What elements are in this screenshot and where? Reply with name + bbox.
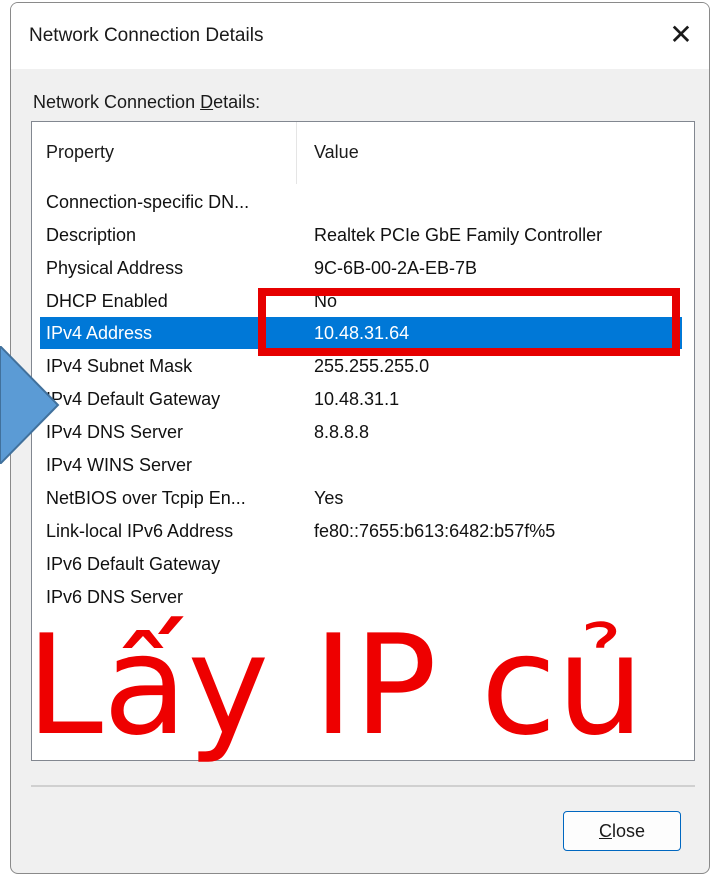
table-row[interactable]: Physical Address 9C-6B-00-2A-EB-7B: [32, 252, 694, 284]
row-value: 255.255.255.0: [314, 356, 430, 376]
table-row[interactable]: Link-local IPv6 Address fe80::7655:b613:…: [32, 515, 694, 547]
row-value: Realtek PCIe GbE Family Controller: [314, 225, 603, 245]
column-header-property[interactable]: Property: [46, 142, 114, 163]
column-divider[interactable]: [296, 122, 297, 184]
details-group-label: Network Connection Details:: [33, 92, 260, 113]
row-property: IPv4 DNS Server: [46, 422, 184, 442]
dialog-title: Network Connection Details: [29, 25, 264, 46]
row-value: Yes: [314, 488, 344, 508]
arrow-pointer-icon: [0, 346, 60, 464]
close-icon[interactable]: ✕: [659, 15, 703, 55]
row-property: IPv4 Default Gateway: [46, 389, 221, 409]
list-header: Property Value: [32, 122, 694, 184]
table-row[interactable]: IPv4 Default Gateway 10.48.31.1: [32, 383, 694, 415]
row-property: IPv6 Default Gateway: [46, 554, 221, 574]
row-property: Description: [46, 225, 137, 245]
row-property: Physical Address: [46, 258, 184, 278]
title-bar: Network Connection Details ✕: [11, 3, 709, 69]
group-label-access-key: D: [200, 92, 214, 112]
row-value: 9C-6B-00-2A-EB-7B: [314, 258, 478, 278]
row-property: IPv4 WINS Server: [46, 455, 193, 475]
table-row[interactable]: IPv4 WINS Server: [32, 449, 694, 481]
footer-divider: [31, 785, 695, 787]
table-row[interactable]: IPv4 DNS Server 8.8.8.8: [32, 416, 694, 448]
table-row[interactable]: IPv6 Default Gateway: [32, 548, 694, 580]
table-row[interactable]: NetBIOS over Tcpip En... Yes: [32, 482, 694, 514]
row-property: DHCP Enabled: [46, 291, 168, 311]
overlay-caption: Lấy IP củ: [26, 605, 645, 766]
table-row[interactable]: Description Realtek PCIe GbE Family Cont…: [32, 219, 694, 251]
table-row[interactable]: Connection-specific DN...: [32, 186, 694, 218]
ip-highlight-box: [258, 288, 680, 356]
row-value: fe80::7655:b613:6482:b57f%5: [314, 521, 556, 541]
row-property: Link-local IPv6 Address: [46, 521, 234, 541]
close-button-access-key: C: [598, 821, 612, 841]
row-property: IPv4 Subnet Mask: [46, 356, 193, 376]
row-value: 8.8.8.8: [314, 422, 370, 442]
group-label-prefix: Network Connection: [33, 92, 201, 112]
column-header-value[interactable]: Value: [314, 142, 359, 163]
row-value: 10.48.31.1: [314, 389, 400, 409]
row-property: IPv4 Address: [46, 323, 153, 343]
close-button[interactable]: Close: [563, 811, 681, 851]
row-property: Connection-specific DN...: [46, 192, 250, 212]
group-label-suffix: etails:: [213, 92, 261, 112]
close-button-label: lose: [611, 821, 646, 841]
row-property: NetBIOS over Tcpip En...: [46, 488, 246, 508]
